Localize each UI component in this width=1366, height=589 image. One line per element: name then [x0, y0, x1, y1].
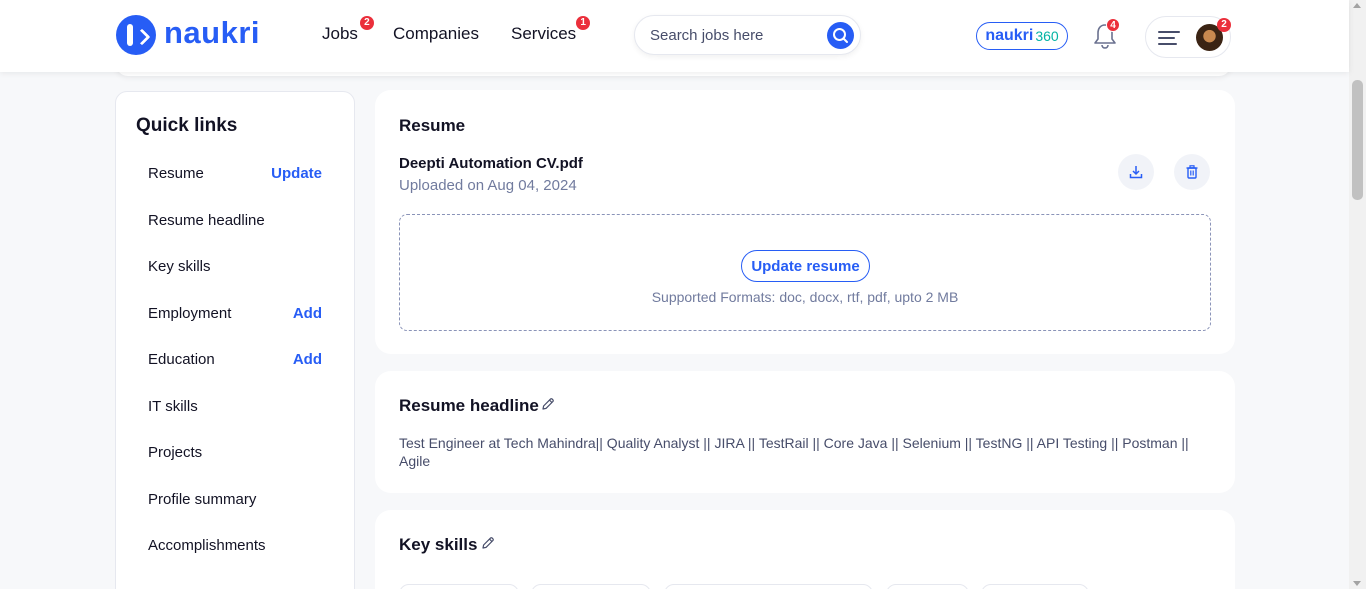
- quick-links-panel: Quick links Resume Update Resume headlin…: [115, 91, 355, 589]
- resume-upload-area[interactable]: Update resume Supported Formats: doc, do…: [399, 214, 1211, 331]
- quick-link-profile-summary[interactable]: Profile summary: [148, 491, 328, 508]
- resume-upload-date: Uploaded on Aug 04, 2024: [399, 177, 577, 194]
- resume-headline-text: Test Engineer at Tech Mahindra|| Quality…: [399, 435, 1189, 469]
- naukri360-suffix: 360: [1035, 28, 1059, 44]
- skill-chip: [886, 584, 969, 589]
- edit-headline-icon[interactable]: [541, 397, 555, 411]
- page-scrollbar[interactable]: [1349, 0, 1366, 589]
- search-button[interactable]: [827, 22, 854, 49]
- resume-file-name: Deepti Automation CV.pdf: [399, 155, 583, 172]
- naukri360-brand: naukri: [985, 27, 1034, 44]
- search-icon: [833, 28, 848, 43]
- naukri-logo-icon: [116, 15, 156, 55]
- nav-services-label: Services: [511, 24, 577, 43]
- skill-chip: [981, 584, 1089, 589]
- quick-link-it-skills[interactable]: IT skills: [148, 398, 328, 415]
- download-icon: [1129, 166, 1143, 179]
- hamburger-icon: [1158, 31, 1180, 45]
- nav-companies[interactable]: Companies: [393, 24, 479, 44]
- skill-chip: [531, 584, 651, 589]
- naukri360-button[interactable]: naukri 360: [976, 22, 1068, 50]
- scrollbar-thumb[interactable]: [1352, 80, 1363, 200]
- skill-chip: [664, 584, 873, 589]
- nav-jobs-label: Jobs: [322, 24, 358, 43]
- search-input[interactable]: [650, 27, 820, 44]
- quick-link-resume-headline[interactable]: Resume headline: [148, 212, 328, 229]
- nav-jobs[interactable]: Jobs 2: [322, 16, 374, 44]
- supported-formats-text: Supported Formats: doc, docx, rtf, pdf, …: [651, 289, 959, 305]
- nav-companies-label: Companies: [393, 24, 479, 43]
- quick-link-key-skills[interactable]: Key skills: [148, 258, 328, 275]
- download-resume-button[interactable]: [1118, 154, 1154, 190]
- scroll-down-arrow-icon[interactable]: [1353, 581, 1361, 586]
- search-bar: [634, 15, 861, 55]
- trash-icon: [1186, 165, 1198, 179]
- update-resume-button[interactable]: Update resume: [741, 250, 870, 282]
- quick-link-employment-add[interactable]: Add: [293, 305, 322, 322]
- delete-resume-button[interactable]: [1174, 154, 1210, 190]
- scroll-up-arrow-icon[interactable]: [1353, 3, 1361, 8]
- quick-link-resume-update[interactable]: Update: [271, 165, 322, 182]
- profile-badge: 2: [1217, 18, 1231, 32]
- quick-link-projects[interactable]: Projects: [148, 444, 328, 461]
- nav-services[interactable]: Services 1: [511, 16, 591, 44]
- notification-badge: 4: [1106, 18, 1120, 32]
- key-skills-title: Key skills: [399, 535, 478, 554]
- logo-text: naukri: [164, 15, 261, 50]
- quick-link-accomplishments[interactable]: Accomplishments: [148, 537, 328, 554]
- skill-chip: [399, 584, 519, 589]
- edit-key-skills-icon[interactable]: [481, 536, 495, 550]
- resume-headline-title: Resume headline: [399, 396, 539, 415]
- naukri-logo[interactable]: naukri: [116, 15, 260, 55]
- resume-card: Resume Deepti Automation CV.pdf Uploaded…: [375, 90, 1235, 354]
- jobs-badge: 2: [359, 16, 374, 30]
- quick-link-education-add[interactable]: Add: [293, 351, 322, 368]
- resume-headline-card: Resume headline Test Engineer at Tech Ma…: [375, 371, 1235, 493]
- key-skills-card: Key skills: [375, 510, 1235, 589]
- resume-title: Resume: [399, 116, 466, 135]
- quick-links-title: Quick links: [136, 115, 238, 136]
- top-header: naukri Jobs 2 Companies Services 1 naukr…: [0, 0, 1349, 72]
- services-badge: 1: [576, 16, 591, 30]
